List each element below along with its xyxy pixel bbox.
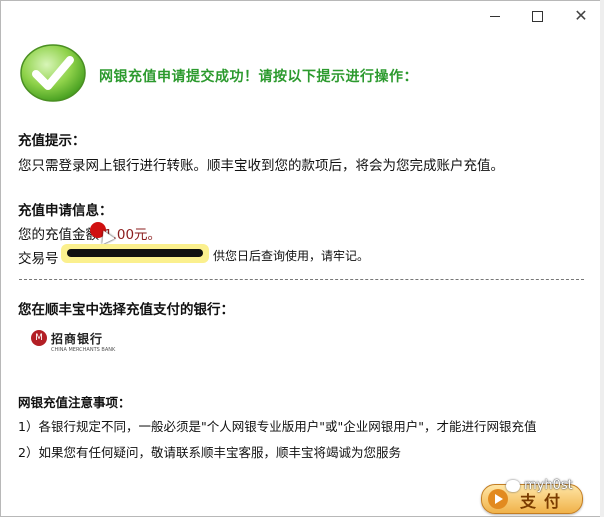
wechat-icon bbox=[506, 479, 520, 492]
tips-title: 充值提示： bbox=[18, 133, 86, 149]
redacted-transaction-number bbox=[61, 244, 209, 263]
transaction-note: 供您日后查询使用，请牢记。 bbox=[213, 249, 370, 263]
arrow-right-icon bbox=[488, 489, 508, 509]
close-icon[interactable]: ✕ bbox=[572, 7, 590, 25]
bank-logo[interactable]: M 招商银行 bbox=[31, 328, 103, 348]
check-icon bbox=[20, 44, 86, 102]
watermark-text: myh0st bbox=[524, 478, 573, 493]
bank-name: 招商银行 bbox=[51, 331, 104, 346]
note-item-2: 2）如果您有任何疑问，敬请联系顺丰宝客服，顺丰宝将竭诚为您服务 bbox=[18, 445, 401, 460]
success-message: 网银充值申请提交成功！请按以下提示进行操作： bbox=[99, 69, 418, 85]
scrollbar[interactable] bbox=[600, 0, 604, 517]
bank-section-title: 您在顺丰宝中选择充值支付的银行： bbox=[18, 302, 234, 318]
amount-line: 您的充值金额 1.00元。 bbox=[18, 223, 161, 243]
divider bbox=[19, 279, 584, 280]
bank-emblem-icon: M bbox=[31, 330, 47, 346]
dialog-window: ✕ 网银充值申请提交成功！请按以下提示进行操作： 充值提示： 您只需登录网上银行… bbox=[0, 0, 604, 517]
bank-subtext: CHINA MERCHANTS BANK bbox=[51, 347, 116, 353]
maximize-icon[interactable] bbox=[528, 7, 546, 25]
note-item-1: 1）各银行规定不同，一般必须是"个人网银专业版用户"或"企业网银用户"，才能进行… bbox=[18, 419, 537, 434]
amount-label: 您的充值金额 bbox=[18, 227, 99, 243]
transaction-label: 交易号 bbox=[18, 251, 59, 267]
tips-body: 您只需登录网上银行进行转账。顺丰宝收到您的款项后，将会为您完成账户充值。 bbox=[18, 158, 504, 174]
minimize-icon[interactable] bbox=[486, 7, 504, 25]
title-bar: ✕ bbox=[1, 1, 603, 31]
application-title: 充值申请信息： bbox=[18, 203, 113, 219]
watermark: myh0st bbox=[506, 478, 573, 493]
notes-title: 网银充值注意事项： bbox=[18, 395, 131, 410]
